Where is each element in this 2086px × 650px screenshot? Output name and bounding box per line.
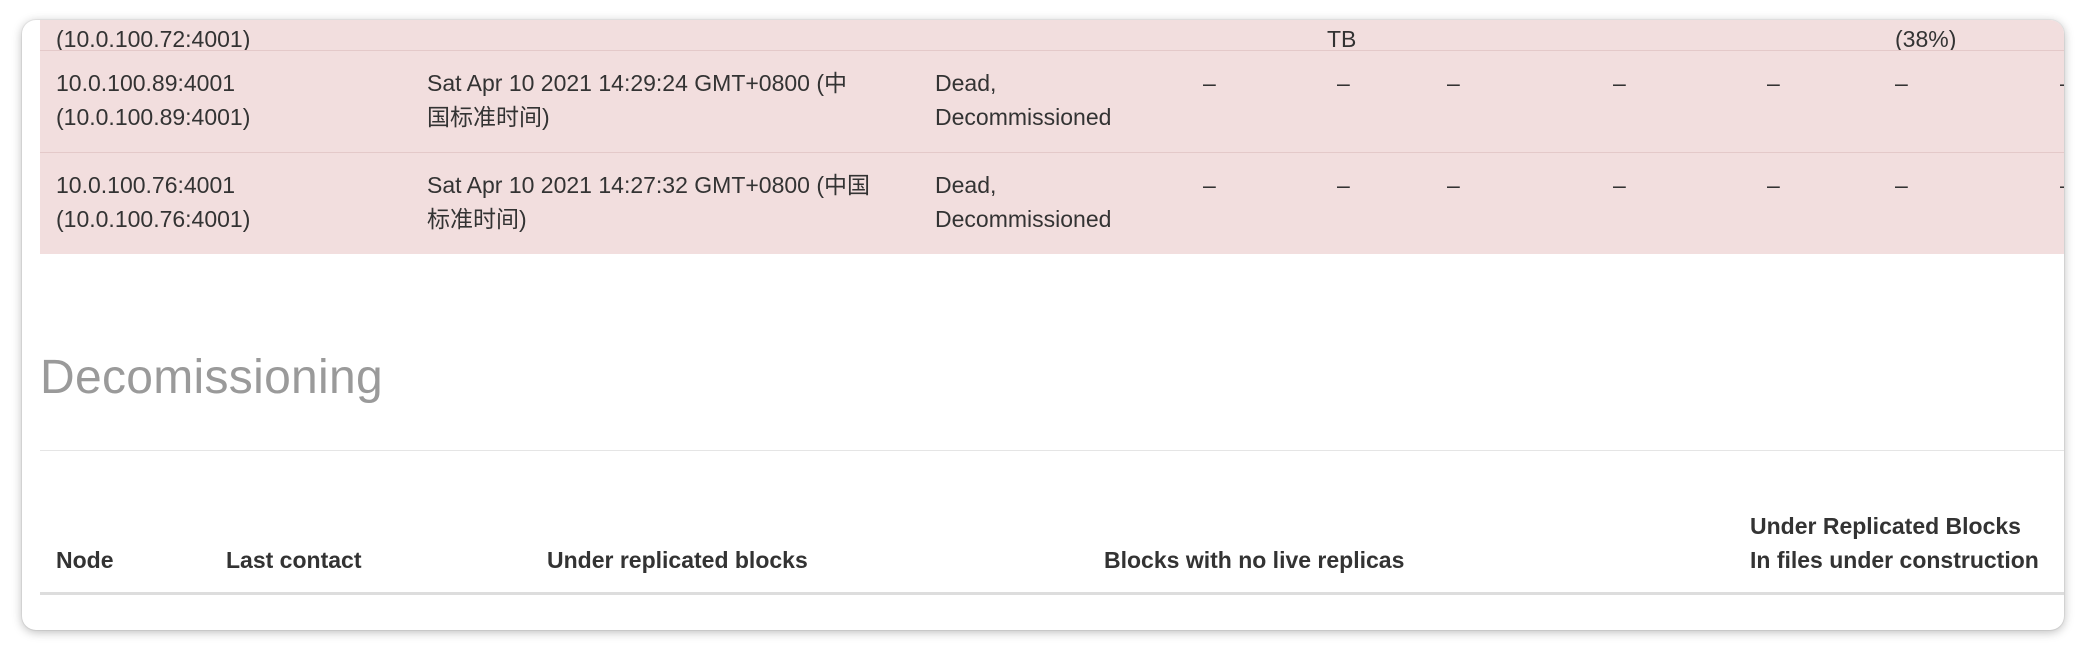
table-row: (10.0.100.72:4001) TB (38%): [40, 20, 2064, 52]
last-contact-text: Sat Apr 10 2021 14:29:24 GMT+0800 (中: [427, 70, 848, 96]
node-address: 10.0.100.89:4001: [56, 70, 236, 96]
browser-window: (10.0.100.72:4001) TB (38%) 10.0.100.89:…: [22, 20, 2064, 630]
node-cell: 10.0.100.76:4001 (10.0.100.76:4001): [56, 168, 396, 236]
empty-cell: –: [1613, 70, 1626, 96]
column-header-node[interactable]: Node: [56, 543, 114, 577]
column-header-last-contact[interactable]: Last contact: [226, 543, 361, 577]
empty-cell: –: [1895, 172, 1908, 198]
empty-cell: –: [1767, 70, 1780, 96]
empty-cell: –: [1337, 172, 1350, 198]
page-content: (10.0.100.72:4001) TB (38%) 10.0.100.89:…: [40, 20, 2064, 630]
admin-state-cell: Dead, Decommissioned: [935, 66, 1145, 134]
node-address-detail: (10.0.100.76:4001): [56, 206, 251, 232]
state-text-cont: Decommissioned: [935, 206, 1112, 232]
empty-cell: –: [1447, 172, 1460, 198]
last-contact-text-cont: 国标准时间): [427, 104, 550, 130]
column-header-no-live-replicas[interactable]: Blocks with no live replicas: [1104, 543, 1404, 577]
node-cell: 10.0.100.89:4001 (10.0.100.89:4001): [56, 66, 396, 134]
last-contact-text-cont: 标准时间): [427, 206, 527, 232]
empty-cell: –: [1613, 172, 1626, 198]
column-header-under-construction[interactable]: Under Replicated Blocks In files under c…: [1750, 509, 2039, 577]
last-contact-cell: Sat Apr 10 2021 14:27:32 GMT+0800 (中国 标准…: [427, 168, 907, 236]
table-row-dead-node: 10.0.100.89:4001 (10.0.100.89:4001) Sat …: [40, 51, 2064, 152]
last-contact-text: Sat Apr 10 2021 14:27:32 GMT+0800 (中国: [427, 172, 871, 198]
section-title: Decomissioning: [40, 351, 384, 404]
state-text-cont: Decommissioned: [935, 104, 1112, 130]
state-text: Dead,: [935, 70, 997, 96]
header-line: In files under construction: [1750, 547, 2039, 573]
empty-cell: –: [1337, 70, 1350, 96]
section-divider: [40, 450, 2064, 451]
node-address-detail: (10.0.100.89:4001): [56, 104, 251, 130]
admin-state-cell: Dead, Decommissioned: [935, 168, 1145, 236]
empty-cell: –: [1203, 172, 1216, 198]
table-header-border: [40, 592, 2064, 595]
table-row-dead-node: 10.0.100.76:4001 (10.0.100.76:4001) Sat …: [40, 153, 2064, 254]
empty-cell: –: [1767, 172, 1780, 198]
column-header-under-replicated[interactable]: Under replicated blocks: [547, 543, 808, 577]
state-text: Dead,: [935, 172, 997, 198]
empty-cell: –: [1895, 70, 1908, 96]
header-line: Under Replicated Blocks: [1750, 513, 2021, 539]
last-contact-cell: Sat Apr 10 2021 14:29:24 GMT+0800 (中 国标准…: [427, 66, 907, 134]
node-address: 10.0.100.76:4001: [56, 172, 236, 198]
empty-cell: –: [1203, 70, 1216, 96]
empty-cell: –: [1447, 70, 1460, 96]
empty-cell: –: [2060, 168, 2064, 202]
empty-cell: –: [2060, 66, 2064, 100]
